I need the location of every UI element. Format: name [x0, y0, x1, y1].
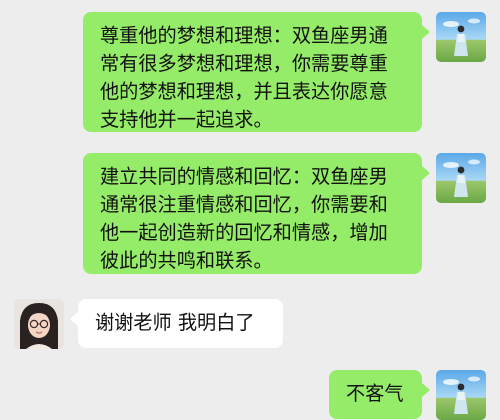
message-text: 建立共同的情感和回忆：双鱼座男通常很注重情感和回忆，你需要和他一起创造新的回忆和…: [100, 165, 388, 272]
bubble-tail: [422, 166, 430, 180]
user-avatar-meadow-icon[interactable]: [436, 153, 486, 203]
message-outgoing: 建立共同的情感和回忆：双鱼座男通常很注重情感和回忆，你需要和他一起创造新的回忆和…: [0, 140, 500, 280]
message-text: 谢谢老师 我明白了: [95, 311, 255, 334]
message-outgoing: 尊重他的梦想和理想：双鱼座男通常有很多梦想和理想，你需要尊重他的梦想和理想，并且…: [0, 0, 500, 140]
bubble-tail: [70, 312, 78, 326]
message-outgoing: 不客气: [0, 356, 500, 420]
message-incoming: 谢谢老师 我明白了: [0, 286, 500, 356]
message-text: 尊重他的梦想和理想：双鱼座男通常有很多梦想和理想，你需要尊重他的梦想和理想，并且…: [100, 24, 388, 131]
chat-window: 尊重他的梦想和理想：双鱼座男通常有很多梦想和理想，你需要尊重他的梦想和理想，并且…: [0, 0, 500, 420]
contact-avatar-girl-glasses-icon[interactable]: [14, 299, 64, 349]
message-bubble[interactable]: 不客气: [329, 370, 422, 419]
message-bubble[interactable]: 谢谢老师 我明白了: [78, 299, 283, 348]
user-avatar-meadow-icon[interactable]: [436, 370, 486, 420]
bubble-tail: [422, 25, 430, 39]
bubble-tail: [422, 383, 430, 397]
message-bubble[interactable]: 建立共同的情感和回忆：双鱼座男通常很注重情感和回忆，你需要和他一起创造新的回忆和…: [83, 153, 422, 274]
user-avatar-meadow-icon[interactable]: [436, 12, 486, 62]
message-text: 不客气: [346, 382, 404, 405]
message-bubble[interactable]: 尊重他的梦想和理想：双鱼座男通常有很多梦想和理想，你需要尊重他的梦想和理想，并且…: [83, 12, 422, 132]
